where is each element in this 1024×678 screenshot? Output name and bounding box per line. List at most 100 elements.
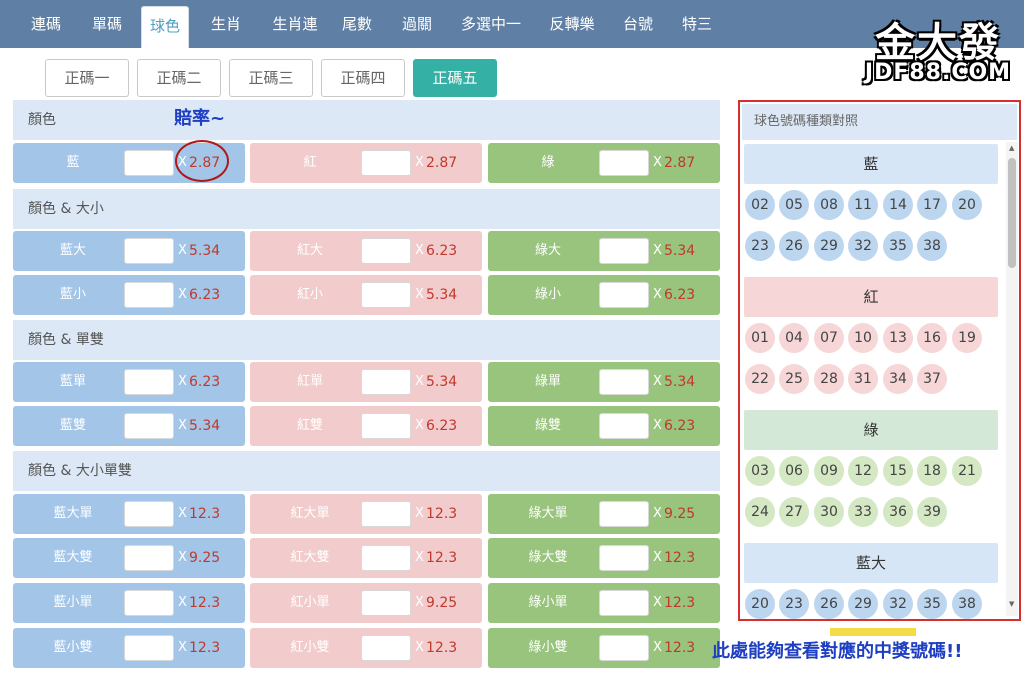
- number-ball: 38: [917, 231, 947, 261]
- scroll-up-icon[interactable]: ▲: [1009, 144, 1014, 152]
- number-ball: 21: [952, 456, 982, 486]
- bet-label: 綠大雙: [528, 550, 568, 565]
- bet-cell: 綠雙 X 6.23: [488, 406, 720, 446]
- bet-cell: 綠大單 X 9.25: [488, 494, 720, 534]
- nav-tab-1[interactable]: 單碼: [84, 0, 130, 48]
- bet-amount-input[interactable]: [124, 282, 174, 308]
- bet-cell: 藍單 X 6.23: [13, 362, 245, 402]
- subtab-3[interactable]: 正碼四: [321, 59, 405, 97]
- nav-tab-6[interactable]: 過關: [398, 0, 436, 48]
- reference-group-header: 紅: [744, 277, 998, 317]
- scroll-down-icon[interactable]: ▼: [1009, 600, 1014, 608]
- nav-tab-7[interactable]: 多選中一: [456, 0, 526, 48]
- bet-cell: 綠小單 X 12.3: [488, 583, 720, 623]
- bet-amount-input[interactable]: [124, 150, 174, 176]
- bet-amount-input[interactable]: [124, 635, 174, 661]
- nav-tab-2[interactable]: 球色: [141, 6, 189, 48]
- nav-tab-3[interactable]: 生肖: [206, 0, 246, 48]
- number-ball: 05: [779, 190, 809, 220]
- multiplier-symbol: X: [178, 506, 187, 521]
- number-ball: 26: [814, 589, 844, 619]
- bet-label: 藍小: [59, 287, 86, 302]
- bet-amount-input[interactable]: [124, 369, 174, 395]
- multiplier-symbol: X: [415, 374, 424, 389]
- bet-label: 紅小雙: [290, 640, 330, 655]
- bet-amount-input[interactable]: [599, 413, 649, 439]
- bet-amount-input[interactable]: [599, 590, 649, 616]
- bet-amount-input[interactable]: [599, 501, 649, 527]
- odds-value: 2.87: [426, 155, 458, 171]
- bet-cell: 綠大 X 5.34: [488, 231, 720, 271]
- multiplier-symbol: X: [653, 374, 662, 389]
- bet-amount-input[interactable]: [599, 238, 649, 264]
- multiplier-symbol: X: [178, 374, 187, 389]
- number-ball: 19: [952, 323, 982, 353]
- number-ball: 15: [883, 456, 913, 486]
- subtab-2[interactable]: 正碼三: [229, 59, 313, 97]
- bet-amount-input[interactable]: [124, 545, 174, 571]
- number-ball: 27: [779, 497, 809, 527]
- multiplier-symbol: X: [653, 287, 662, 302]
- multiplier-symbol: X: [178, 550, 187, 565]
- number-ball: 13: [883, 323, 913, 353]
- bet-amount-input[interactable]: [599, 150, 649, 176]
- bet-cell: 藍大單 X 12.3: [13, 494, 245, 534]
- bet-amount-input[interactable]: [124, 413, 174, 439]
- number-ball: 29: [848, 589, 878, 619]
- odds-value: 12.3: [189, 595, 221, 611]
- bet-amount-input[interactable]: [599, 545, 649, 571]
- scrollbar-thumb[interactable]: [1008, 158, 1016, 268]
- color-number-reference-panel: 球色號碼種類對照 藍 02 05 08 11 14 17 20 23 26 29 32 35 38 紅 01 0…: [738, 100, 1021, 621]
- nav-tab-8[interactable]: 反轉樂: [544, 0, 600, 48]
- bet-amount-input[interactable]: [124, 590, 174, 616]
- bet-amount-input[interactable]: [361, 282, 411, 308]
- number-ball: 04: [779, 323, 809, 353]
- bet-amount-input[interactable]: [361, 413, 411, 439]
- bet-cell: 綠大雙 X 12.3: [488, 538, 720, 578]
- logo: 金大發 JDF88.COM: [858, 10, 1018, 86]
- bet-amount-input[interactable]: [361, 369, 411, 395]
- nav-tab-5[interactable]: 尾數: [338, 0, 376, 48]
- bet-amount-input[interactable]: [361, 501, 411, 527]
- bet-amount-input[interactable]: [599, 369, 649, 395]
- bet-amount-input[interactable]: [361, 545, 411, 571]
- bet-label: 綠: [541, 155, 555, 170]
- bet-label: 藍小單: [53, 595, 93, 610]
- bet-cell: 藍大雙 X 9.25: [13, 538, 245, 578]
- nav-tab-10[interactable]: 特三: [678, 0, 716, 48]
- bet-label: 紅大單: [290, 506, 330, 521]
- bet-label: 藍: [66, 155, 80, 170]
- odds-value: 5.34: [426, 374, 458, 390]
- number-ball: 09: [814, 456, 844, 486]
- reference-panel-scrollbar[interactable]: ▲ ▼: [1006, 142, 1018, 616]
- bet-amount-input[interactable]: [124, 238, 174, 264]
- bet-amount-input[interactable]: [124, 501, 174, 527]
- bet-amount-input[interactable]: [599, 282, 649, 308]
- multiplier-symbol: X: [653, 155, 662, 170]
- nav-tab-0[interactable]: 連碼: [20, 0, 72, 48]
- bet-cell: 藍小 X 6.23: [13, 275, 245, 315]
- odds-value: 6.23: [189, 287, 221, 303]
- subtab-0[interactable]: 正碼一: [45, 59, 129, 97]
- multiplier-symbol: X: [653, 506, 662, 521]
- bet-cell: 藍雙 X 5.34: [13, 406, 245, 446]
- subtab-4[interactable]: 正碼五: [413, 59, 497, 97]
- bet-amount-input[interactable]: [361, 590, 411, 616]
- odds-value: 9.25: [426, 595, 458, 611]
- subtab-1[interactable]: 正碼二: [137, 59, 221, 97]
- bet-label: 紅小單: [290, 595, 330, 610]
- bet-amount-input[interactable]: [361, 150, 411, 176]
- bet-label: 藍單: [59, 374, 86, 389]
- multiplier-symbol: X: [415, 595, 424, 610]
- bet-amount-input[interactable]: [361, 238, 411, 264]
- bet-amount-input[interactable]: [361, 635, 411, 661]
- bet-amount-input[interactable]: [599, 635, 649, 661]
- nav-tab-9[interactable]: 台號: [618, 0, 658, 48]
- nav-tab-4[interactable]: 生肖連: [266, 0, 324, 48]
- bet-label: 綠大: [534, 243, 561, 258]
- number-ball: 38: [952, 589, 982, 619]
- multiplier-symbol: X: [415, 418, 424, 433]
- multiplier-symbol: X: [178, 640, 187, 655]
- bet-cell: 藍小雙 X 12.3: [13, 628, 245, 668]
- odds-value: 9.25: [664, 506, 696, 522]
